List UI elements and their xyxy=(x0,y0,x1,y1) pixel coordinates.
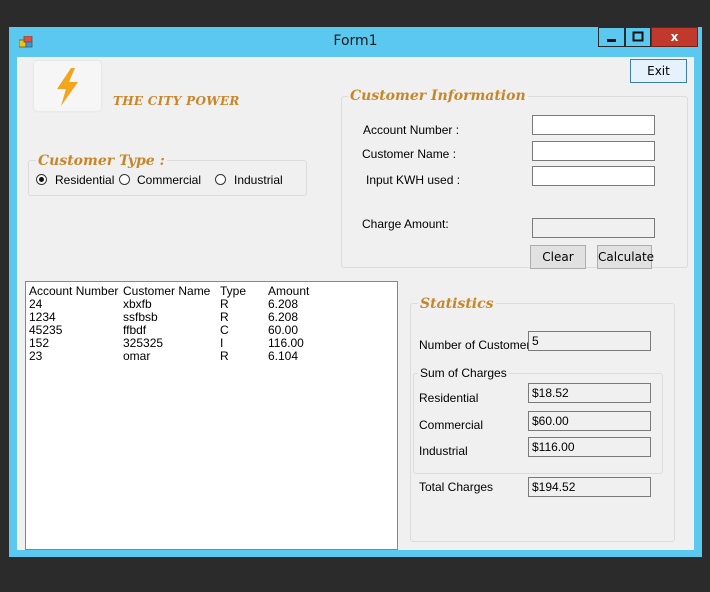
account-number-label: Account Number : xyxy=(363,123,460,137)
title-bar[interactable]: Form1 x xyxy=(9,27,702,57)
maximize-icon xyxy=(632,31,644,42)
customer-information-legend: Customer Information xyxy=(348,88,528,104)
industrial-sum-field[interactable] xyxy=(528,437,651,457)
radio-commercial-label[interactable]: Commercial xyxy=(137,173,201,187)
radio-residential-label[interactable]: Residential xyxy=(55,173,114,187)
close-button[interactable]: x xyxy=(651,27,698,47)
kwh-used-label: Input KWH used : xyxy=(366,173,461,187)
radio-commercial[interactable] xyxy=(119,174,130,185)
radio-residential[interactable] xyxy=(36,174,47,185)
calculate-button[interactable]: Calculate xyxy=(597,245,655,269)
residential-sum-label: Residential xyxy=(419,391,479,405)
logo xyxy=(34,61,101,111)
clear-button-label: Clear xyxy=(542,250,574,264)
close-icon: x xyxy=(670,30,679,44)
maximize-button[interactable] xyxy=(625,27,651,47)
total-charges-label: Total Charges xyxy=(419,480,494,494)
total-charges-field[interactable] xyxy=(528,477,651,497)
radio-industrial-label[interactable]: Industrial xyxy=(234,173,283,187)
lightning-bolt-icon xyxy=(57,68,78,106)
cell-amount: 6.104 xyxy=(268,349,299,363)
cell-account-number: 23 xyxy=(29,349,43,363)
num-customers-field[interactable] xyxy=(528,331,651,351)
commercial-sum-label: Commercial xyxy=(419,418,484,432)
customer-type-legend: Customer Type : xyxy=(36,153,167,169)
charge-amount-label: Charge Amount: xyxy=(362,217,449,231)
customers-listbox[interactable]: Account Number Customer Name Type Amount… xyxy=(25,281,398,550)
form-client-area: THE CITY POWER Exit Customer Type : Resi… xyxy=(17,57,694,550)
cell-type: R xyxy=(220,349,229,363)
main-window: Form1 x THE CITY POWER Exit Customer Typ… xyxy=(9,27,702,557)
residential-sum-field[interactable] xyxy=(528,383,651,403)
radio-industrial[interactable] xyxy=(215,174,226,185)
sum-of-charges-legend: Sum of Charges xyxy=(418,365,509,381)
industrial-sum-label: Industrial xyxy=(419,444,468,458)
customer-name-label: Customer Name : xyxy=(362,147,457,161)
calculate-button-label: Calculate xyxy=(598,250,655,264)
brand-title: THE CITY POWER xyxy=(113,94,240,108)
customer-name-input[interactable] xyxy=(532,141,655,161)
num-customers-label: Number of Customers: xyxy=(419,338,540,352)
exit-button[interactable]: Exit xyxy=(630,59,687,83)
kwh-used-input[interactable] xyxy=(532,166,655,186)
exit-button-label: Exit xyxy=(647,64,670,78)
commercial-sum-field[interactable] xyxy=(528,411,651,431)
clear-button[interactable]: Clear xyxy=(530,245,586,269)
minimize-button[interactable] xyxy=(598,27,625,47)
minimize-icon xyxy=(607,39,616,42)
statistics-legend: Statistics xyxy=(418,296,496,312)
charge-amount-field[interactable] xyxy=(532,218,655,238)
header-account-number: Account Number xyxy=(29,284,119,298)
account-number-input[interactable] xyxy=(532,115,655,135)
cell-customer-name: omar xyxy=(123,349,151,363)
